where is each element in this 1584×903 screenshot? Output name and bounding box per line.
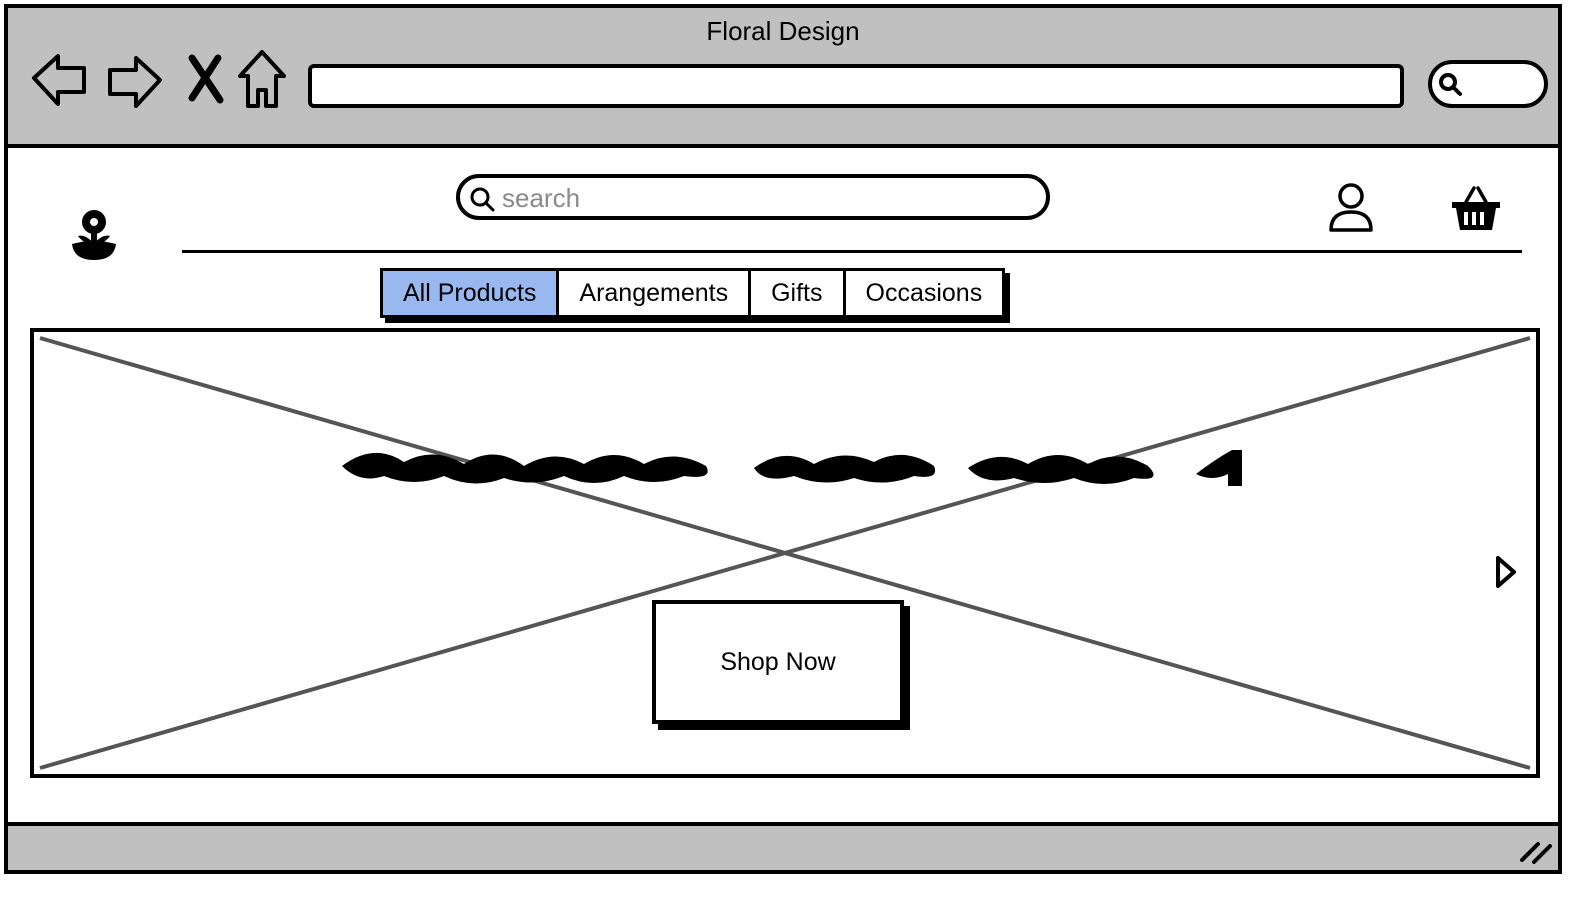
carousel-next-button[interactable] bbox=[1492, 554, 1520, 590]
headline-scribble bbox=[342, 450, 1242, 486]
tab-occasions[interactable]: Occasions bbox=[846, 271, 1003, 315]
browser-toolbar: Floral Design bbox=[8, 8, 1558, 148]
shop-now-button[interactable]: Shop Now bbox=[652, 600, 904, 724]
search-input[interactable] bbox=[500, 182, 1024, 214]
category-tabs: All Products Arangements Gifts Occasions bbox=[380, 268, 1006, 318]
header-divider bbox=[182, 250, 1522, 253]
address-bar[interactable] bbox=[308, 64, 1404, 108]
user-icon bbox=[1329, 183, 1373, 232]
tab-all-products[interactable]: All Products bbox=[383, 271, 560, 315]
arrow-left-icon bbox=[32, 54, 86, 106]
home-icon bbox=[238, 50, 286, 108]
home-button[interactable] bbox=[230, 48, 294, 112]
hero-banner: Shop Now bbox=[30, 328, 1540, 778]
site-search-field[interactable] bbox=[456, 174, 1050, 220]
search-icon bbox=[470, 187, 495, 212]
account-button[interactable] bbox=[1326, 182, 1376, 234]
browser-search-field[interactable] bbox=[1428, 60, 1548, 108]
search-icon bbox=[1439, 73, 1462, 96]
chevron-right-icon bbox=[1496, 556, 1516, 588]
forward-button[interactable] bbox=[102, 48, 166, 112]
window-title: Floral Design bbox=[706, 16, 860, 46]
site-logo[interactable] bbox=[66, 208, 122, 269]
cart-button[interactable] bbox=[1448, 184, 1504, 234]
tab-arangements[interactable]: Arangements bbox=[559, 271, 752, 315]
resize-grip-icon[interactable] bbox=[1518, 834, 1554, 866]
flower-icon bbox=[72, 210, 116, 260]
browser-window: Floral Design search All Products Arange… bbox=[4, 4, 1562, 874]
tab-gifts[interactable]: Gifts bbox=[751, 271, 846, 315]
back-button[interactable] bbox=[28, 48, 92, 112]
arrow-right-icon bbox=[108, 56, 162, 108]
status-bar bbox=[8, 822, 1558, 870]
basket-icon bbox=[1452, 186, 1500, 230]
